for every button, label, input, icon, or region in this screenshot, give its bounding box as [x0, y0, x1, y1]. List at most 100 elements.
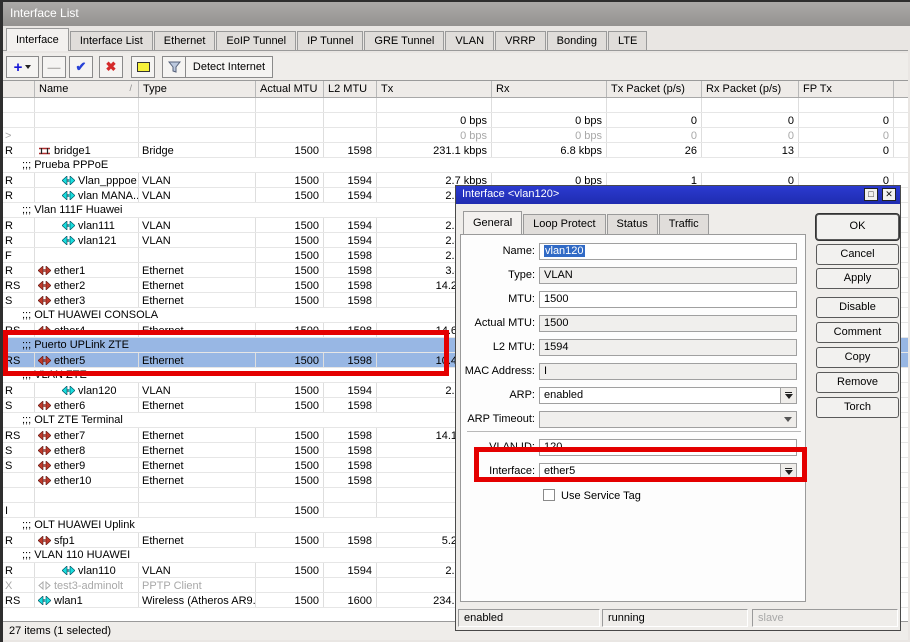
column-header-col0[interactable]: [2, 81, 35, 97]
mtu-input[interactable]: 1500: [539, 291, 797, 308]
disable-button-dialog[interactable]: Disable: [816, 297, 899, 318]
cell-rx: [492, 98, 607, 112]
copy-button[interactable]: Copy: [816, 347, 899, 368]
cell-t: [139, 248, 256, 262]
ok-button[interactable]: OK: [816, 214, 899, 240]
cell-n: [35, 248, 139, 262]
disable-button[interactable]: ✖: [99, 56, 123, 78]
column-header-tx-packet-p-s-[interactable]: Tx Packet (p/s): [607, 81, 702, 97]
dialog-title-bar[interactable]: Interface <vlan120>: [456, 186, 900, 204]
table-row[interactable]: [2, 98, 908, 113]
cell-l2: 1594: [324, 218, 377, 232]
cell-n: ether9: [35, 458, 139, 472]
cell-ft: 0: [799, 128, 894, 142]
cell-l2: [324, 128, 377, 142]
cell-t: Wireless (Atheros AR9...: [139, 593, 256, 607]
tab-gre-tunnel[interactable]: GRE Tunnel: [364, 31, 444, 51]
column-header-name[interactable]: Name/: [35, 81, 139, 97]
use-service-tag-checkbox[interactable]: [543, 489, 555, 501]
apply-button[interactable]: Apply: [816, 268, 899, 289]
comment-row[interactable]: ;;; Prueba PPPoE: [2, 158, 908, 173]
ethernet-icon: [38, 281, 51, 290]
cell-am: 1500: [256, 563, 324, 577]
enable-button[interactable]: ✔: [69, 56, 93, 78]
column-header-l2-mtu[interactable]: L2 MTU: [324, 81, 377, 97]
cell-am: [256, 128, 324, 142]
cell-f: R: [2, 173, 35, 187]
cell-tx: 231.1 kbps: [377, 143, 492, 157]
cell-am: 1500: [256, 428, 324, 442]
check-icon: ✔: [76, 59, 87, 75]
table-row[interactable]: 0 bps0 bps0000: [2, 113, 908, 128]
tab-ethernet[interactable]: Ethernet: [154, 31, 216, 51]
window-title-bar[interactable]: Interface List: [0, 0, 910, 26]
column-header-type[interactable]: Type: [139, 81, 256, 97]
dialog-tab-status[interactable]: Status: [607, 214, 658, 234]
filter-button[interactable]: [162, 56, 186, 78]
column-header-actual-mtu[interactable]: Actual MTU: [256, 81, 324, 97]
general-tab-panel: Name: vlan120 Type: VLAN MTU: 1500 Actua…: [460, 234, 806, 602]
vlan-icon: [62, 236, 75, 245]
cell-f: RS: [2, 593, 35, 607]
vlan-id-input[interactable]: 120: [539, 439, 797, 456]
vlan-icon: [62, 191, 75, 200]
add-button[interactable]: +: [6, 56, 39, 78]
comment-button[interactable]: [131, 56, 155, 78]
cell-l2: 1598: [324, 458, 377, 472]
cell-am: 1500: [256, 218, 324, 232]
torch-button[interactable]: Torch: [816, 397, 899, 418]
tab-bonding[interactable]: Bonding: [547, 31, 607, 51]
arp-timeout-dropdown[interactable]: [539, 411, 797, 428]
column-header-rx-packet-p-s-[interactable]: Rx Packet (p/s): [702, 81, 799, 97]
cell-n: test3-adminolt: [35, 578, 139, 592]
cell-f: X: [2, 578, 35, 592]
column-header-rx[interactable]: Rx: [492, 81, 607, 97]
cell-fr: 0: [894, 113, 908, 127]
tab-lte[interactable]: LTE: [608, 31, 647, 51]
table-row[interactable]: Rbridge1Bridge15001598231.1 kbps6.8 kbps…: [2, 143, 908, 158]
column-header-fp-tx[interactable]: FP Tx: [799, 81, 894, 97]
maximize-button[interactable]: □: [864, 188, 878, 201]
arp-dropdown-arrow-icon[interactable]: [780, 388, 796, 403]
column-header-col10[interactable]: [894, 81, 908, 97]
name-input[interactable]: vlan120: [539, 243, 797, 260]
comment-button-dialog[interactable]: Comment: [816, 322, 899, 343]
name-label: Name:: [461, 245, 535, 257]
cell-tx: 0 bps: [377, 128, 492, 142]
remove-button[interactable]: —: [42, 56, 66, 78]
cross-icon: ✖: [106, 59, 117, 75]
remove-button-dialog[interactable]: Remove: [816, 372, 899, 393]
interface-dropdown-arrow-icon[interactable]: [780, 464, 796, 479]
table-row[interactable]: >0 bps0 bps0000: [2, 128, 908, 143]
detect-internet-button[interactable]: Detect Internet: [185, 56, 273, 78]
pptp-icon: [38, 581, 51, 590]
cell-t: Ethernet: [139, 428, 256, 442]
cell-l2: 1598: [324, 398, 377, 412]
tab-vlan[interactable]: VLAN: [445, 31, 494, 51]
cell-t: [139, 128, 256, 142]
dialog-tab-traffic[interactable]: Traffic: [659, 214, 709, 234]
dialog-tab-general[interactable]: General: [463, 211, 522, 234]
cell-am: 1500: [256, 443, 324, 457]
cancel-button[interactable]: Cancel: [816, 244, 899, 265]
tab-interface-list[interactable]: Interface List: [70, 31, 153, 51]
cell-am: [256, 113, 324, 127]
arp-timeout-dropdown-arrow-icon[interactable]: [780, 412, 796, 427]
column-header-tx[interactable]: Tx: [377, 81, 492, 97]
tab-vrrp[interactable]: VRRP: [495, 31, 546, 51]
tab-interface[interactable]: Interface: [6, 28, 69, 51]
cell-n: [35, 113, 139, 127]
arp-dropdown[interactable]: enabled: [539, 387, 797, 404]
interface-dropdown[interactable]: ether5: [539, 463, 797, 480]
tab-eoip-tunnel[interactable]: EoIP Tunnel: [216, 31, 296, 51]
cell-am: [256, 98, 324, 112]
vlan-icon: [62, 221, 75, 230]
cell-n: [35, 503, 139, 517]
cell-am: 1500: [256, 263, 324, 277]
tab-ip-tunnel[interactable]: IP Tunnel: [297, 31, 363, 51]
close-button[interactable]: ✕: [882, 188, 896, 201]
cell-tx: [377, 98, 492, 112]
cell-f: [2, 113, 35, 127]
dialog-tab-loop-protect[interactable]: Loop Protect: [523, 214, 605, 234]
dialog-title: Interface <vlan120>: [462, 188, 559, 200]
